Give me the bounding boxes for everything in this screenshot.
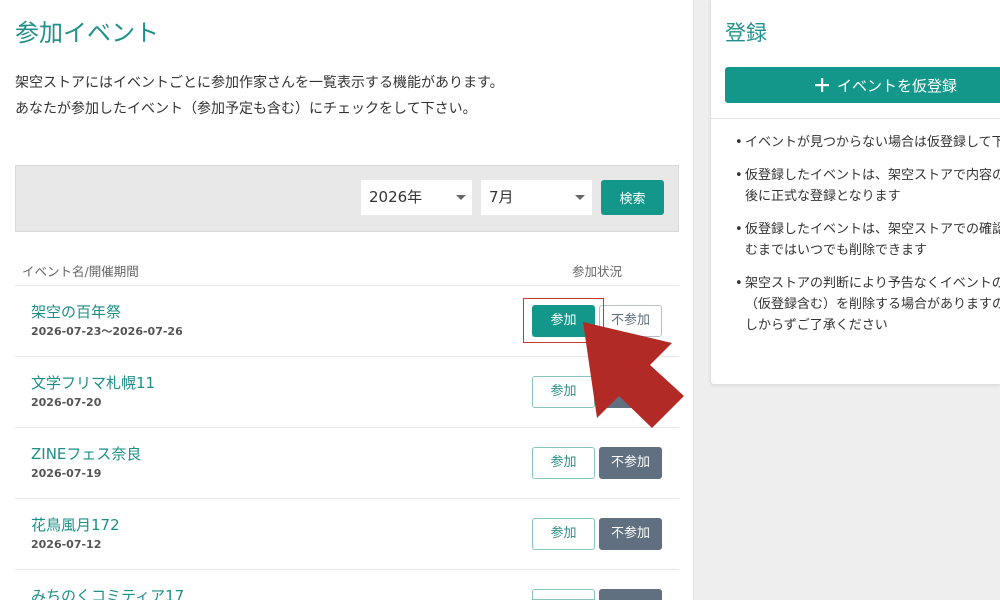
event-name-link[interactable]: 架空の百年祭	[31, 302, 121, 322]
note-text: 架空ストアの判断により予告なくイベントの	[745, 276, 1000, 291]
register-title: 登録	[725, 21, 767, 45]
plus-icon	[815, 78, 829, 92]
annotation-arrow	[583, 322, 684, 428]
table-header: イベント名/開催期間 参加状況	[0, 262, 693, 282]
year-select-value: 2026年	[369, 188, 423, 206]
event-name-link[interactable]: みちのくコミティア17	[31, 586, 184, 600]
event-name-link[interactable]: 文学フリマ札幌11	[31, 373, 155, 393]
column-header-event: イベント名/開催期間	[22, 264, 139, 279]
note-text: （仮登録含む）を削除する場合がありますの	[745, 297, 1000, 312]
decline-button[interactable]: 不参加	[599, 518, 662, 550]
search-button[interactable]: 検索	[601, 180, 664, 215]
main-panel: 参加イベント 架空ストアにはイベントごとに参加作家さんを一覧表示する機能がありま…	[0, 0, 694, 600]
decline-button[interactable]	[599, 589, 662, 600]
note-text: 後に正式な登録となります	[745, 189, 901, 204]
join-button[interactable]	[532, 589, 595, 600]
caret-down-icon	[456, 195, 466, 200]
add-event-button-label: イベントを仮登録	[837, 76, 958, 95]
note-text: 仮登録したイベントは、架空ストアでの確認	[745, 222, 1000, 237]
note-item: 仮登録したイベントは、架空ストアでの確認 むまではいつでも削除できます	[711, 219, 1000, 261]
table-row: みちのくコミティア17	[15, 569, 679, 600]
page-title: 参加イベント	[15, 19, 159, 47]
description-line: 架空ストアにはイベントごとに参加作家さんを一覧表示する機能があります。	[15, 75, 504, 91]
join-button[interactable]: 参加	[532, 518, 595, 550]
note-item: イベントが見つからない場合は仮登録して下	[711, 132, 1000, 153]
event-period: 2026-07-19	[31, 467, 102, 480]
divider	[711, 118, 1000, 119]
event-period: 2026-07-12	[31, 538, 102, 551]
caret-down-icon	[575, 195, 585, 200]
year-select[interactable]: 2026年	[361, 180, 472, 215]
description-line: あなたが参加したイベント（参加予定も含む）にチェックをして下さい。	[15, 101, 477, 117]
note-item: 架空ストアの判断により予告なくイベントの （仮登録含む）を削除する場合があります…	[711, 273, 1000, 336]
search-bar: 2026年 7月 検索	[15, 165, 679, 232]
notes-list: イベントが見つからない場合は仮登録して下 仮登録したイベントは、架空ストアで内容…	[711, 132, 1000, 348]
event-name-link[interactable]: ZINEフェス奈良	[31, 444, 141, 464]
event-name-link[interactable]: 花鳥風月172	[31, 515, 120, 535]
register-card: 登録 イベントを仮登録 イベントが見つからない場合は仮登録して下 仮登録したイベ…	[710, 0, 1000, 385]
note-item: 仮登録したイベントは、架空ストアで内容の 後に正式な登録となります	[711, 165, 1000, 207]
note-text: 仮登録したイベントは、架空ストアで内容の	[745, 168, 1000, 183]
decline-button[interactable]: 不参加	[599, 447, 662, 479]
note-text: しからずご了承ください	[745, 318, 888, 333]
event-period: 2026-07-20	[31, 396, 102, 409]
note-text: むまではいつでも削除できます	[745, 243, 928, 258]
join-button[interactable]: 参加	[532, 447, 595, 479]
table-row: ZINEフェス奈良 2026-07-19 参加 不参加	[15, 427, 679, 498]
column-header-status: 参加状況	[572, 264, 623, 279]
note-text: イベントが見つからない場合は仮登録して下	[745, 135, 1000, 150]
month-select-value: 7月	[489, 188, 514, 206]
month-select[interactable]: 7月	[481, 180, 592, 215]
event-period: 2026-07-23～2026-07-26	[31, 325, 183, 338]
table-row: 花鳥風月172 2026-07-12 参加 不参加	[15, 498, 679, 569]
add-event-button[interactable]: イベントを仮登録	[725, 67, 1000, 103]
